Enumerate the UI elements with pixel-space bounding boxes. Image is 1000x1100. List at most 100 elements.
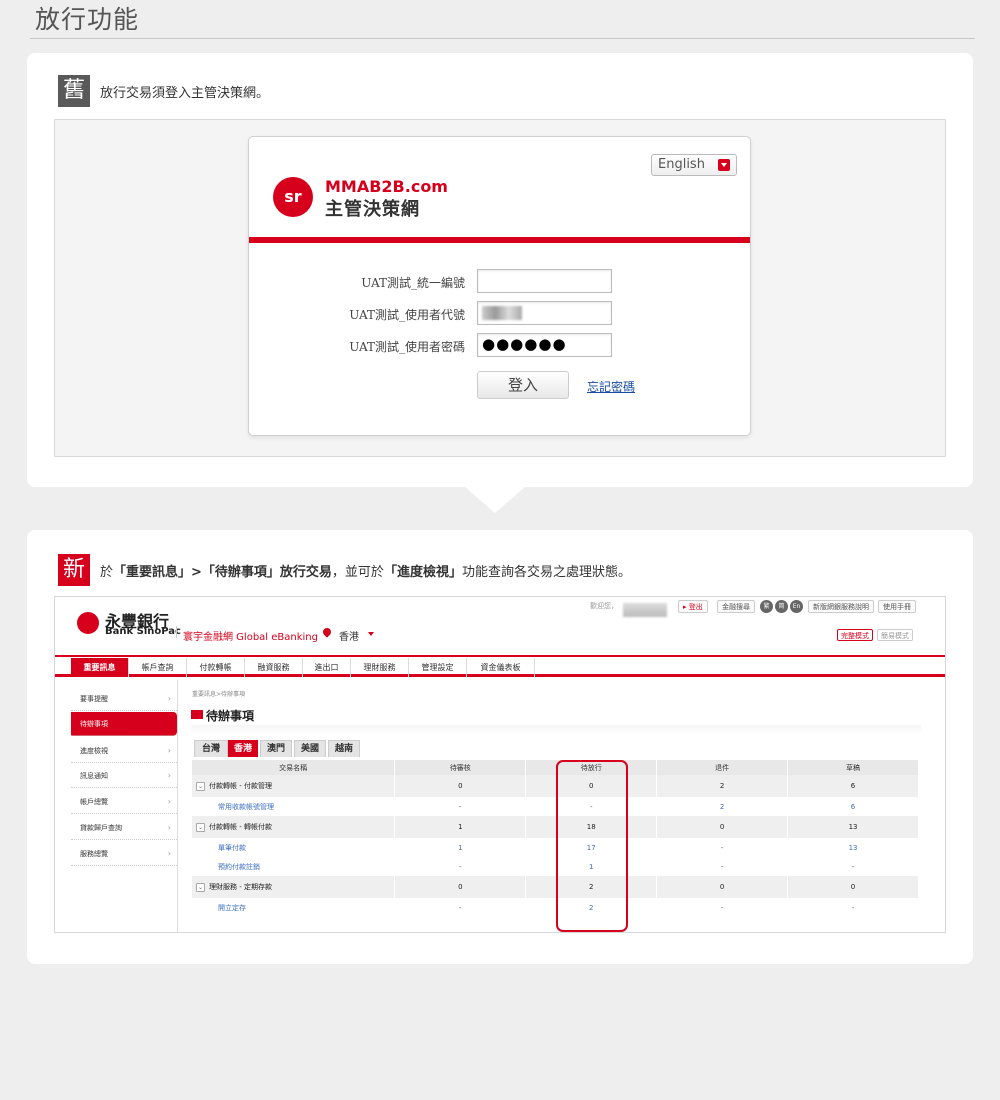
ebanking-screenshot: 永豐銀行 Bank SinoPac 寰宇金融網 Global eBanking … (54, 596, 946, 933)
password-input[interactable]: ●●●●●● (477, 333, 612, 357)
nav-payments[interactable]: 付款轉帳 (187, 658, 245, 677)
tax-id-label: UAT測試_統一編號 (361, 276, 465, 290)
cell-returned: - (656, 857, 789, 876)
manual-button[interactable]: 使用手冊 (878, 600, 916, 613)
full-mode-button[interactable]: 完整模式 (837, 629, 873, 641)
chevron-right-icon: › (167, 823, 171, 832)
cell-draft: 13 (787, 816, 919, 838)
new-process-card: 新 於「重要訊息」>「待辦事項」放行交易，並可於「進度檢視」功能查詢各交易之處理… (27, 530, 973, 964)
simple-mode-button[interactable]: 簡易模式 (877, 629, 913, 641)
release-column-highlight (556, 760, 628, 932)
tab-vietnam[interactable]: 越南 (328, 740, 360, 757)
cell-returned: 0 (656, 816, 789, 838)
tab-taiwan[interactable]: 台灣 (194, 740, 228, 757)
col-review: 待審核 (394, 760, 527, 775)
user-id-label: UAT測試_使用者代號 (349, 308, 465, 322)
brand-cn: 主管決策網 (325, 199, 420, 220)
tab-macau[interactable]: 澳門 (260, 740, 292, 757)
tax-id-input[interactable] (477, 269, 612, 293)
col-name: 交易名稱 (192, 760, 396, 775)
nav-wealth[interactable]: 理財服務 (351, 658, 409, 677)
cell-returned: 2 (656, 775, 789, 797)
nav-financing[interactable]: 融資服務 (245, 658, 303, 677)
chevron-right-icon: › (167, 694, 171, 703)
lang-tc-button[interactable]: 繁 (760, 600, 773, 613)
sidebar-item-services[interactable]: 服務總覽 › (71, 842, 177, 866)
location-pin-icon (321, 626, 333, 638)
cell-review: 0 (394, 876, 527, 898)
down-arrow (465, 487, 525, 513)
sidebar-item-reminders[interactable]: 要事提醒 › (71, 687, 177, 711)
old-process-card: 舊 放行交易須登入主管決策網。 sr MMAB2B.com 主管決策網 Engl… (27, 53, 973, 487)
breadcrumb: 重要訊息>待辦事項 (192, 691, 246, 698)
row-name: 開立定存 (218, 903, 246, 912)
nav-accounts[interactable]: 帳戶查詢 (129, 658, 187, 677)
sidebar-item-todo[interactable]: 待辦事項 (71, 712, 177, 736)
chevron-down-icon (718, 159, 730, 171)
language-select[interactable]: English (651, 154, 737, 176)
search-button[interactable]: 金融搜尋 (717, 600, 755, 613)
nav-important[interactable]: 重要訊息 (71, 658, 129, 677)
sidebar-item-notifications[interactable]: 訊息通知 › (71, 764, 177, 788)
chevron-right-icon: › (167, 797, 171, 806)
flag-icon (191, 710, 203, 719)
lang-sc-button[interactable]: 简 (775, 600, 788, 613)
nav-dashboard[interactable]: 資金儀表板 (467, 658, 535, 677)
header-separator (176, 626, 177, 638)
tab-usa[interactable]: 美國 (294, 740, 326, 757)
cell-draft[interactable]: 13 (787, 838, 919, 857)
row-name: 付款轉帳 - 付款管理 (209, 782, 272, 790)
row-name: 預約付款註銷 (218, 862, 260, 871)
sidebar-item-progress[interactable]: 進度檢視 › (71, 739, 177, 763)
row-name: 付款轉帳 - 轉帳付款 (209, 823, 272, 831)
region-select[interactable]: 香港 (339, 628, 359, 643)
expand-icon[interactable]: ⌄ (196, 882, 205, 892)
section-title: 待辦事項 (206, 709, 255, 723)
cell-review: 1 (394, 816, 527, 838)
cell-review: - (394, 857, 527, 876)
expand-icon[interactable]: ⌄ (196, 781, 205, 791)
password-label: UAT測試_使用者密碼 (349, 340, 465, 354)
forgot-password-link[interactable]: 忘記密碼 (587, 378, 635, 395)
login-button[interactable]: 登入 (477, 371, 569, 399)
logout-button[interactable]: ▸ 登出 (678, 600, 708, 613)
cell-draft: - (787, 898, 919, 917)
chevron-right-icon: › (167, 746, 171, 755)
page-title: 放行功能 (35, 5, 140, 34)
cell-review: - (394, 797, 527, 816)
bank-logo-icon (77, 612, 99, 634)
new-tag: 新 (58, 554, 90, 586)
brand-en: MMAB2B.com (325, 177, 448, 196)
sidebar-item-overview[interactable]: 帳戶總覽 › (71, 790, 177, 814)
chevron-down-icon (368, 632, 374, 636)
cell-returned: - (656, 838, 789, 857)
cell-returned[interactable]: 2 (656, 797, 789, 816)
brand-bar (249, 237, 750, 243)
sidebar-divider (177, 680, 178, 932)
new-note: 於「重要訊息」>「待辦事項」放行交易，並可於「進度檢視」功能查詢各交易之處理狀態… (100, 565, 631, 580)
cell-returned: - (656, 898, 789, 917)
expand-icon[interactable]: ⌄ (196, 822, 205, 832)
cell-draft[interactable]: 6 (787, 797, 919, 816)
tab-hongkong[interactable]: 香港 (228, 740, 258, 757)
cell-review: - (394, 898, 527, 917)
blurred-username (623, 603, 667, 617)
cell-draft: 6 (787, 775, 919, 797)
col-returned: 退件 (656, 760, 789, 775)
section-rule (191, 725, 921, 735)
cell-draft: - (787, 857, 919, 876)
title-divider (30, 38, 975, 39)
lang-en-button[interactable]: En (790, 600, 803, 613)
language-value: English (658, 157, 705, 172)
login-screenshot: sr MMAB2B.com 主管決策網 English UAT測試_統一編號 U… (54, 119, 946, 457)
nav-trade[interactable]: 進出口 (303, 658, 351, 677)
cell-draft: 0 (787, 876, 919, 898)
login-box: sr MMAB2B.com 主管決策網 English UAT測試_統一編號 U… (248, 136, 751, 436)
password-value: ●●●●●● (482, 335, 567, 353)
nav-settings[interactable]: 管理設定 (409, 658, 467, 677)
user-id-input[interactable] (477, 301, 612, 325)
guide-button[interactable]: 新版網銀服務說明 (808, 600, 874, 613)
cell-review[interactable]: 1 (394, 838, 527, 857)
product-name: 寰宇金融網 Global eBanking (183, 632, 318, 643)
sidebar-item-loans[interactable]: 貸款歸戶查詢 › (71, 816, 177, 840)
